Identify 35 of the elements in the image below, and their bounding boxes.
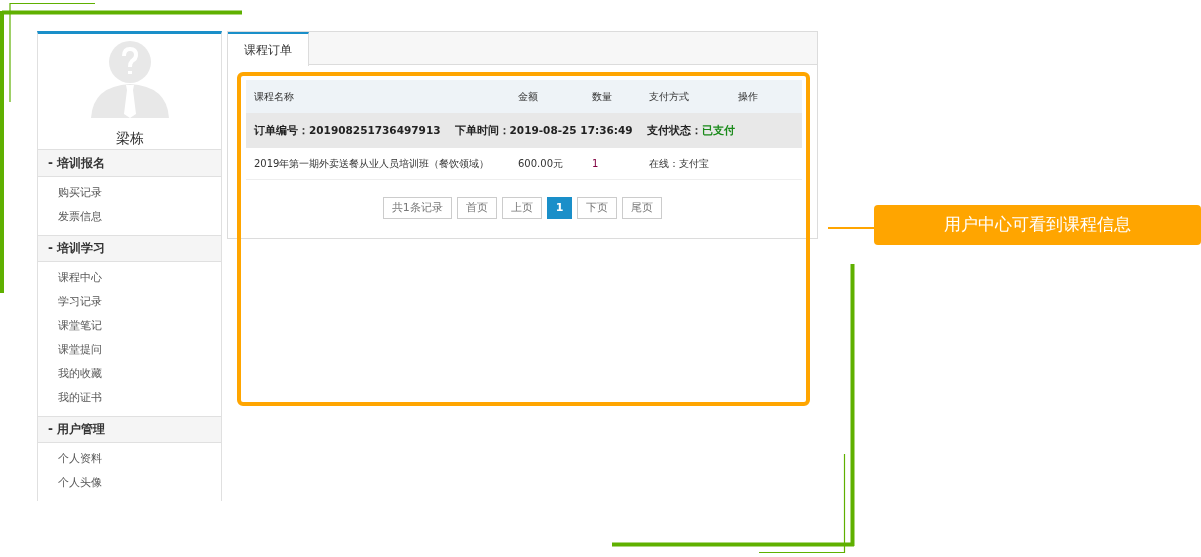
sidebar-link[interactable]: 我的证书 [58, 389, 102, 407]
payment-status: 支付状态：已支付 [646, 122, 735, 138]
leader-line [828, 227, 874, 229]
page-button[interactable]: 下页 [577, 197, 618, 219]
sidebar-link[interactable]: 学习记录 [58, 293, 102, 311]
sidebar-link[interactable]: 我的收藏 [58, 365, 102, 383]
column-header: 金额 [518, 91, 538, 102]
user-name: 梁栋 [115, 129, 144, 148]
record-count: 共1条记录 [382, 197, 452, 219]
sidebar-link[interactable]: 个人头像 [58, 474, 102, 492]
sidebar-link[interactable]: 课堂笔记 [58, 317, 102, 335]
sidebar-link[interactable]: 发票信息 [58, 208, 102, 226]
sidebar-link[interactable]: 个人资料 [58, 450, 102, 468]
column-header: 课程名称 [254, 91, 294, 102]
section-header[interactable]: - 用户管理 [38, 415, 221, 443]
tab[interactable]: 课程订单 [228, 32, 309, 66]
callout-label: 用户中心可看到课程信息 [874, 205, 1201, 245]
page-button[interactable]: 1 [546, 197, 573, 219]
section-header[interactable]: - 培训学习 [38, 234, 221, 262]
table-cell: 2019年第一期外卖送餐从业人员培训班（餐饮领域） [254, 158, 490, 169]
page-button[interactable]: 首页 [456, 197, 497, 219]
page-button[interactable]: 尾页 [622, 197, 663, 219]
order-time: 下单时间：2019-08-25 17:36:49 [454, 122, 633, 138]
page-button[interactable]: 上页 [501, 197, 542, 219]
section-header[interactable]: - 培训报名 [38, 150, 221, 177]
table-cell: 1 [592, 158, 599, 169]
order-number: 订单编号：201908251736497913 [254, 122, 441, 138]
sidebar-link[interactable]: 购买记录 [58, 184, 102, 202]
sidebar-link[interactable]: 课堂提问 [58, 341, 102, 359]
column-header: 操作 [738, 91, 758, 102]
table-cell: 在线：支付宝 [649, 158, 709, 169]
sidebar-link[interactable]: 课程中心 [58, 269, 102, 287]
column-header: 支付方式 [649, 91, 689, 102]
column-header: 数量 [592, 91, 612, 102]
table-cell: 600.00元 [518, 158, 563, 169]
